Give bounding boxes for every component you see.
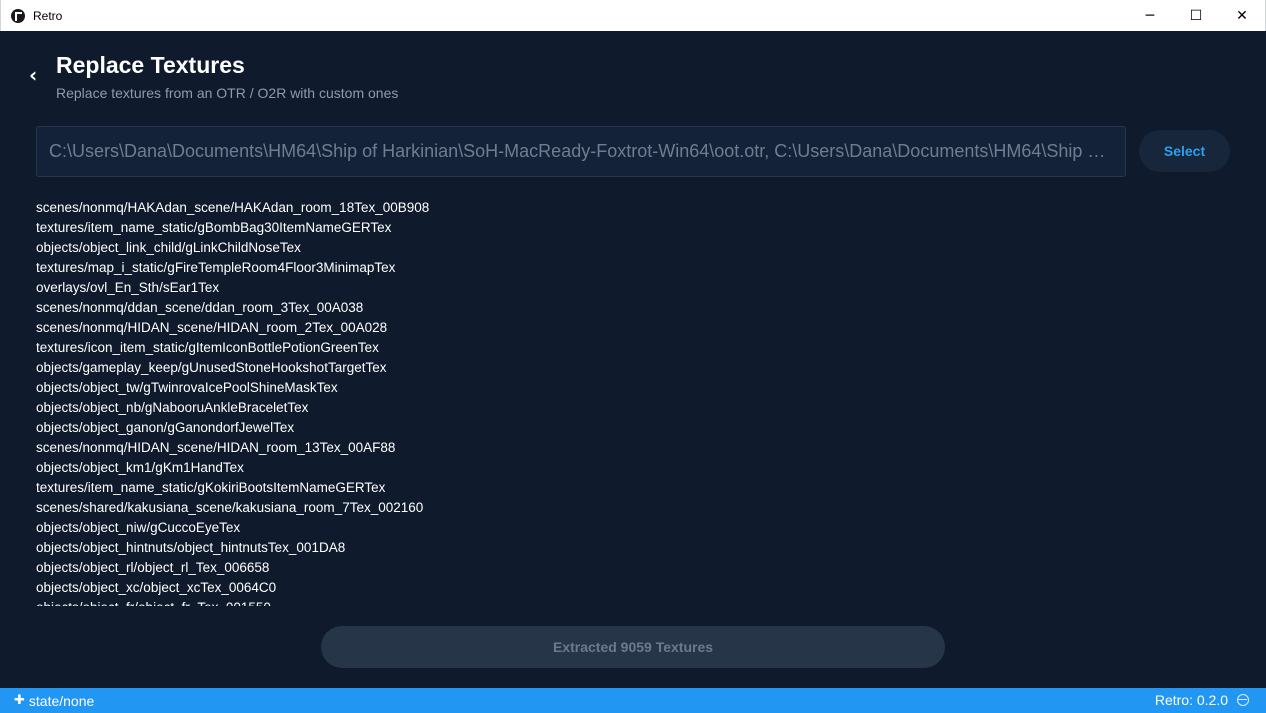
texture-list-item: objects/object_hintnuts/object_hintnutsT… xyxy=(36,540,346,555)
maximize-button[interactable]: ☐ xyxy=(1173,0,1219,31)
window-title: Retro xyxy=(33,8,63,23)
otr-path-input[interactable]: C:\Users\Dana\Documents\HM64\Ship of Har… xyxy=(36,126,1126,177)
texture-list-item: objects/object_link_child/gLinkChildNose… xyxy=(36,240,301,255)
extract-textures-button: Extracted 9059 Textures xyxy=(321,626,945,668)
window-titlebar: Retro ─ ☐ ✕ xyxy=(0,0,1266,31)
page-title: Replace Textures xyxy=(56,52,245,78)
app-logo-icon xyxy=(11,8,25,23)
texture-list-item: textures/item_name_static/gBombBag30Item… xyxy=(36,220,392,235)
texture-list-item: objects/object_tw/gTwinrovaIcePoolShineM… xyxy=(36,380,338,395)
texture-list-item: textures/icon_item_static/gItemIconBottl… xyxy=(36,340,379,355)
texture-list-item: scenes/nonmq/ddan_scene/ddan_room_3Tex_0… xyxy=(36,300,364,315)
minimize-button[interactable]: ─ xyxy=(1127,0,1173,31)
status-bar: ✚ state/none Retro: 0.2.0 xyxy=(0,688,1266,713)
window-controls: ─ ☐ ✕ xyxy=(1127,0,1265,31)
texture-list-item: objects/object_km1/gKm1HandTex xyxy=(36,460,244,475)
texture-list-item: textures/item_name_static/gKokiriBootsIt… xyxy=(36,480,386,495)
texture-list-item: objects/object_fr/object_fr_Tex_001550 xyxy=(36,598,1226,606)
texture-list-item: objects/object_rl/object_rl_Tex_006658 xyxy=(36,560,270,575)
texture-list-item: overlays/ovl_En_Sth/sEar1Tex xyxy=(36,280,220,295)
texture-list-item: scenes/nonmq/HIDAN_scene/HIDAN_room_13Te… xyxy=(36,440,396,455)
page-subtitle: Replace textures from an OTR / O2R with … xyxy=(56,85,399,101)
gamepad-icon: ✚ xyxy=(14,693,25,708)
status-state: state/none xyxy=(28,692,95,709)
texture-list-item: scenes/nonmq/HAKAdan_scene/HAKAdan_room_… xyxy=(36,200,430,215)
texture-list-item: objects/object_niw/gCuccoEyeTex xyxy=(36,520,241,535)
globe-icon[interactable] xyxy=(1237,694,1249,706)
app-content: ‹ Replace Textures Replace textures from… xyxy=(1,31,1265,688)
texture-list-item: scenes/shared/kakusiana_scene/kakusiana_… xyxy=(36,500,424,515)
texture-list-item: objects/object_nb/gNabooruAnkleBraceletT… xyxy=(36,400,309,415)
texture-list-item: objects/gameplay_keep/gUnusedStoneHooksh… xyxy=(36,360,387,375)
texture-list-item: objects/object_ganon/gGanondorfJewelTex xyxy=(36,420,295,435)
texture-list-item: objects/object_xc/object_xcTex_0064C0 xyxy=(36,580,277,595)
texture-list-item: textures/map_i_static/gFireTempleRoom4Fl… xyxy=(36,260,396,275)
app-version: Retro: 0.2.0 xyxy=(1154,692,1228,708)
select-button[interactable]: Select xyxy=(1139,130,1230,172)
texture-list[interactable]: scenes/nonmq/HAKAdan_scene/HAKAdan_room_… xyxy=(36,198,1226,606)
back-arrow-icon[interactable]: ‹ xyxy=(29,65,45,85)
close-button[interactable]: ✕ xyxy=(1219,0,1265,31)
texture-list-item: scenes/nonmq/HIDAN_scene/HIDAN_room_2Tex… xyxy=(36,320,388,335)
